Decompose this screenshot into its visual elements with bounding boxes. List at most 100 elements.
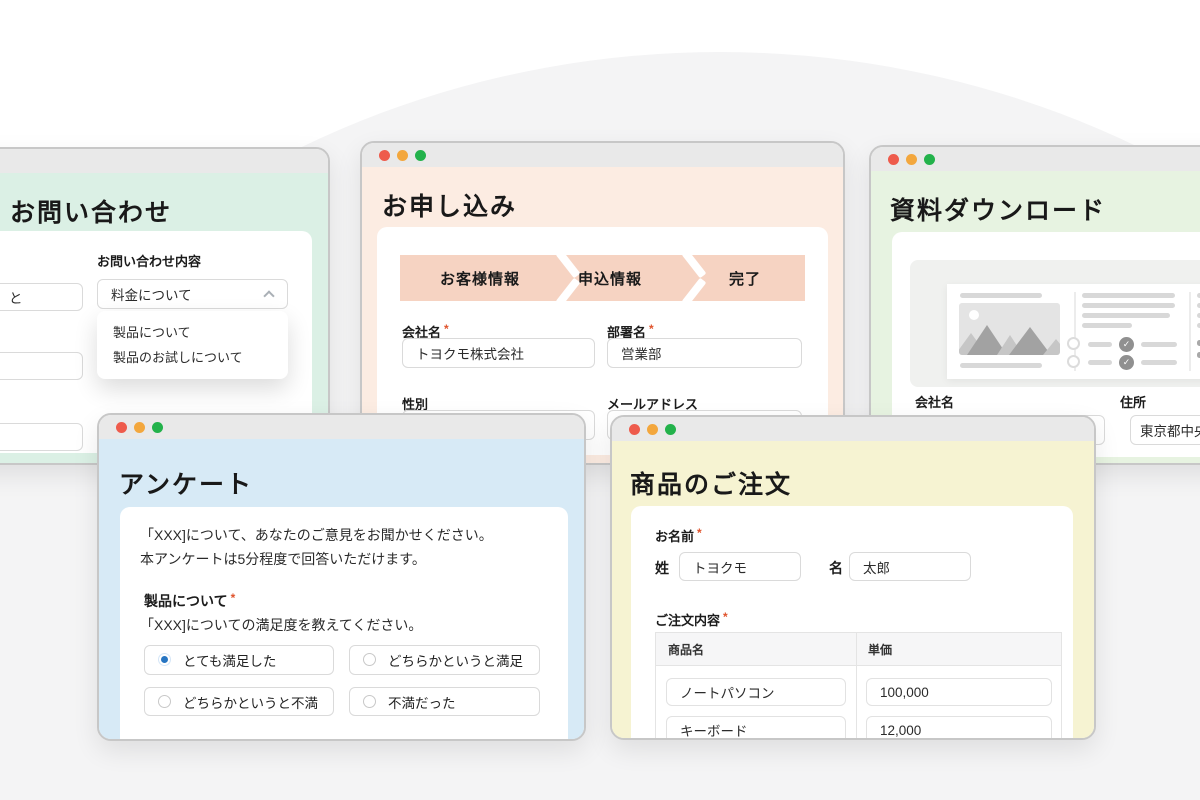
check-icon: ✓ xyxy=(1119,355,1134,370)
close-icon[interactable] xyxy=(629,424,640,435)
page-title-application: お申し込み xyxy=(382,187,517,223)
department-field[interactable]: 営業部 xyxy=(607,338,802,368)
last-name-value: トヨクモ xyxy=(693,557,747,577)
contact-input-2[interactable] xyxy=(0,352,83,380)
survey-intro-line1: 「XXX]について、あなたのご意見をお聞かせください。 xyxy=(140,525,493,545)
order-content-label: ご注文内容* xyxy=(655,610,728,629)
contact-dropdown-panel: 製品について 製品のお試しについて xyxy=(97,311,288,379)
close-icon[interactable] xyxy=(888,154,899,165)
window-order-body: 商品のご注文 お名前* 姓 トヨクモ 名 太郎 ご注文内容* 商品 xyxy=(612,441,1094,738)
order-table: 商品名 単価 ノートパソコン 100,000 キーボード 12,000 xyxy=(655,632,1062,740)
survey-question-desc: 「XXX]についての満足度を教えてください。 xyxy=(140,615,422,635)
minimize-icon[interactable] xyxy=(134,422,145,433)
unit-price-value: 100,000 xyxy=(880,685,929,700)
dl-address-label: 住所 xyxy=(1120,392,1146,411)
step-arrow-icon xyxy=(557,255,583,301)
contact-input-1-value: と xyxy=(0,287,23,307)
dl-address-value: 東京都中央区 xyxy=(1140,420,1200,440)
required-mark: * xyxy=(723,610,728,624)
radio-option-very-satisfied[interactable]: とても満足した xyxy=(144,645,334,675)
first-name-label: 名 xyxy=(829,558,843,578)
window-survey-body: アンケート 「XXX]について、あなたのご意見をお聞かせください。 本アンケート… xyxy=(99,439,584,739)
radio-option-somewhat-satisfied[interactable]: どちらかというと満足 xyxy=(349,645,540,675)
step-indicator: お客様情報 申込情報 完了 xyxy=(400,255,805,301)
product-name-field-row2[interactable]: キーボード xyxy=(666,716,846,740)
survey-question-label: 製品について* xyxy=(144,591,235,611)
radio-option-label: とても満足した xyxy=(183,650,276,670)
department-field-value: 営業部 xyxy=(621,343,662,363)
product-name-value: キーボード xyxy=(680,720,748,740)
page-title-download: 資料ダウンロード xyxy=(890,191,1106,227)
first-name-value: 太郎 xyxy=(863,557,890,577)
column-divider xyxy=(856,633,857,740)
zoom-icon[interactable] xyxy=(665,424,676,435)
product-name-value: ノートパソコン xyxy=(680,682,775,702)
required-mark: * xyxy=(697,526,702,540)
survey-form-card: 「XXX]について、あなたのご意見をお聞かせください。 本アンケートは5分程度で… xyxy=(120,507,568,739)
radio-option-somewhat-dissatisfied[interactable]: どちらかというと不満 xyxy=(144,687,334,716)
dropdown-option-2[interactable]: 製品のお試しについて xyxy=(97,345,288,370)
zoom-icon[interactable] xyxy=(924,154,935,165)
titlebar xyxy=(99,415,584,439)
titlebar xyxy=(612,417,1094,441)
unit-price-field-row2[interactable]: 12,000 xyxy=(866,716,1052,740)
page-title-order: 商品のご注文 xyxy=(630,465,792,501)
dl-address-field[interactable]: 東京都中央区 xyxy=(1130,415,1200,445)
unit-price-field-row1[interactable]: 100,000 xyxy=(866,678,1052,706)
column-header-price: 単価 xyxy=(868,633,1018,666)
first-name-field[interactable]: 太郎 xyxy=(849,552,971,581)
contact-input-1[interactable]: と xyxy=(0,283,83,311)
dropdown-option-1[interactable]: 製品について xyxy=(97,320,288,345)
close-icon[interactable] xyxy=(116,422,127,433)
radio-option-dissatisfied[interactable]: 不満だった xyxy=(349,687,540,716)
step-customer-info[interactable]: お客様情報 xyxy=(400,255,560,301)
unit-price-value: 12,000 xyxy=(880,723,921,738)
minimize-icon[interactable] xyxy=(906,154,917,165)
order-form-card: お名前* 姓 トヨクモ 名 太郎 ご注文内容* 商品名 単価 xyxy=(631,506,1073,738)
page-title-contact: お問い合わせ xyxy=(10,193,172,229)
contact-dropdown-value: 料金について xyxy=(111,284,192,304)
titlebar xyxy=(362,143,843,167)
last-name-field[interactable]: トヨクモ xyxy=(679,552,801,581)
circle-icon xyxy=(1067,355,1080,368)
step-arrow-icon xyxy=(683,255,709,301)
required-mark: * xyxy=(444,322,449,336)
column-header-product: 商品名 xyxy=(668,633,818,666)
minimize-icon[interactable] xyxy=(397,150,408,161)
required-mark: * xyxy=(649,322,654,336)
contact-dropdown-select[interactable]: 料金について xyxy=(97,279,288,309)
minimize-icon[interactable] xyxy=(647,424,658,435)
radio-icon xyxy=(363,695,376,708)
radio-option-label: 不満だった xyxy=(388,692,456,712)
page-title-survey: アンケート xyxy=(119,465,253,501)
zoom-icon[interactable] xyxy=(152,422,163,433)
circle-icon xyxy=(1067,337,1080,350)
window-order: 商品のご注文 お名前* 姓 トヨクモ 名 太郎 ご注文内容* 商品 xyxy=(610,415,1096,740)
dl-company-label: 会社名 xyxy=(915,392,954,411)
close-icon[interactable] xyxy=(379,150,390,161)
titlebar xyxy=(871,147,1200,171)
contact-dropdown-label: お問い合わせ内容 xyxy=(97,251,201,270)
last-name-label: 姓 xyxy=(655,558,669,578)
contact-input-3[interactable] xyxy=(0,423,83,451)
survey-intro-line2: 本アンケートは5分程度で回答いただけます。 xyxy=(140,549,426,569)
window-survey: アンケート 「XXX]について、あなたのご意見をお聞かせください。 本アンケート… xyxy=(97,413,586,741)
name-label: お名前* xyxy=(655,526,702,545)
radio-option-label: どちらかというと不満 xyxy=(183,692,318,712)
zoom-icon[interactable] xyxy=(415,150,426,161)
required-mark: * xyxy=(231,591,236,605)
company-field[interactable]: トヨクモ株式会社 xyxy=(402,338,595,368)
radio-icon xyxy=(363,653,376,666)
check-icon: ✓ xyxy=(1119,337,1134,352)
chevron-up-icon xyxy=(263,290,274,301)
radio-selected-icon xyxy=(158,653,171,666)
company-field-value: トヨクモ株式会社 xyxy=(416,343,524,363)
radio-option-label: どちらかというと満足 xyxy=(388,650,523,670)
image-placeholder-icon xyxy=(959,303,1060,355)
product-name-field-row1[interactable]: ノートパソコン xyxy=(666,678,846,706)
document-preview: ✓ ✓ xyxy=(910,260,1200,387)
radio-icon xyxy=(158,695,171,708)
titlebar xyxy=(0,149,328,173)
document-page-illustration: ✓ ✓ xyxy=(947,284,1200,379)
page: お問い合わせ と お問い合わせ内容 料金について 製品について 製品のお試しにつ… xyxy=(0,0,1200,800)
